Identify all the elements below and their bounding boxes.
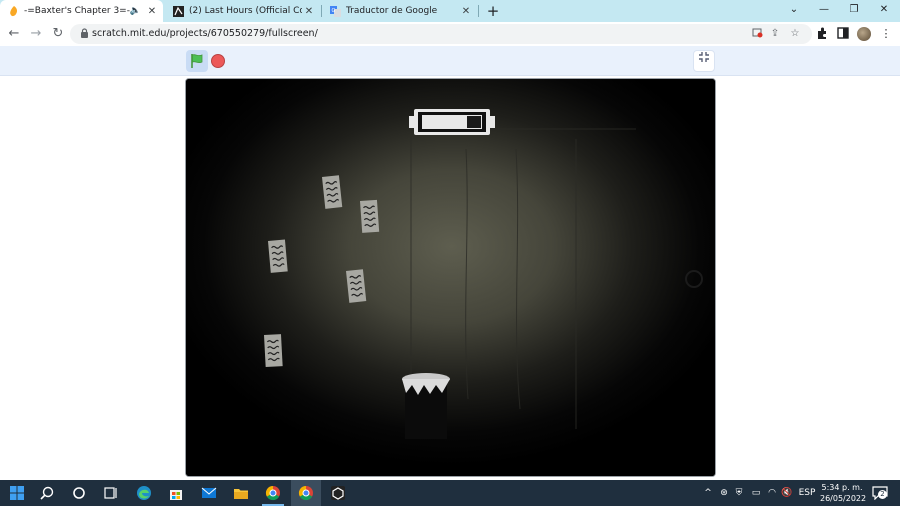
green-flag-button[interactable] [186, 50, 208, 72]
green-flag-icon [191, 54, 203, 68]
system-clock[interactable]: 5:34 p. m. 26/05/2022 [820, 482, 867, 504]
clock-time: 5:34 p. m. [821, 483, 863, 492]
tab-baxters-chapter[interactable]: -=Baxter's Chapter 3=- [Full 🔈 ✕ [0, 0, 163, 22]
tab-last-hours[interactable]: (2) Last Hours (Official Communi ✕ [165, 0, 320, 22]
minimize-window-icon[interactable]: — [810, 2, 838, 18]
paper-note[interactable] [268, 239, 288, 273]
edge-browser-icon[interactable] [136, 485, 152, 501]
address-bar[interactable]: scratch.mit.edu/projects/670550279/fulls… [70, 24, 812, 44]
profile-avatar[interactable] [857, 27, 871, 41]
close-tab-icon[interactable]: ✕ [459, 6, 473, 17]
paper-note[interactable] [360, 199, 380, 233]
forward-arrow-icon[interactable]: → [28, 26, 44, 42]
notification-count: 2 [878, 490, 887, 499]
blocked-popup-icon[interactable] [750, 27, 764, 41]
chrome-icon[interactable] [265, 485, 281, 501]
clock-date: 26/05/2022 [820, 494, 867, 503]
search-icon[interactable] [39, 485, 55, 501]
language-indicator[interactable]: ESP [797, 486, 817, 500]
defender-icon[interactable]: ⛨ [733, 486, 745, 500]
chrome-second-window-icon[interactable] [298, 485, 314, 501]
unity-app-icon[interactable] [330, 485, 346, 501]
bookmark-star-icon[interactable]: ☆ [788, 27, 802, 41]
close-tab-icon[interactable]: ✕ [145, 6, 159, 17]
svg-text:G: G [332, 8, 336, 14]
tab-google-translate[interactable]: G Traductor de Google ✕ [322, 0, 477, 22]
chrome-menu-icon[interactable]: ⋮ [879, 27, 893, 41]
extensions-puzzle-icon[interactable] [815, 27, 829, 41]
google-translate-favicon-icon: G [330, 5, 341, 17]
speaker-icon[interactable]: 🔈 [130, 6, 141, 16]
game-stage[interactable] [185, 78, 716, 477]
microsoft-store-icon[interactable] [168, 485, 184, 501]
tab-separator [478, 5, 479, 17]
tab-title: Traductor de Google [346, 6, 438, 16]
mail-icon[interactable] [201, 485, 217, 501]
close-window-icon[interactable]: ✕ [870, 2, 898, 18]
side-panel-icon[interactable] [836, 27, 850, 41]
battery-empty-segment [467, 116, 481, 128]
stop-button[interactable] [211, 54, 225, 68]
scratch-controls-bar [0, 46, 900, 76]
paper-note[interactable] [322, 175, 343, 209]
game-scene [186, 79, 715, 476]
file-explorer-icon[interactable] [233, 485, 249, 501]
tab-search-chevron-icon[interactable]: ⌄ [780, 2, 808, 18]
url-text[interactable]: scratch.mit.edu/projects/670550279/fulls… [92, 24, 318, 44]
lock-icon[interactable] [78, 28, 90, 40]
tab-title: (2) Last Hours (Official Communi [189, 6, 302, 16]
show-hidden-icons-icon[interactable]: ^ [702, 486, 714, 500]
restore-window-icon[interactable]: ❐ [840, 2, 868, 18]
channel-favicon-icon [173, 5, 184, 17]
new-tab-button[interactable]: + [486, 2, 500, 20]
onedrive-icon[interactable]: ⊛ [718, 486, 730, 500]
paper-note[interactable] [346, 269, 367, 303]
cortana-icon[interactable] [71, 485, 87, 501]
exit-fullscreen-button[interactable] [693, 50, 715, 72]
battery-hud [409, 109, 495, 135]
task-view-icon[interactable] [103, 485, 119, 501]
windows-start-icon[interactable] [9, 485, 25, 501]
browser-tab-strip: -=Baxter's Chapter 3=- [Full 🔈 ✕ (2) Las… [0, 0, 900, 22]
browser-toolbar: ← → ↻ scratch.mit.edu/projects/670550279… [0, 22, 900, 46]
trash-can [402, 373, 450, 439]
windows-taskbar: ^ ⊛ ⛨ ▭ ◠ 🔇 ESP 5:34 p. m. 26/05/2022 2 [0, 480, 900, 506]
tab-title: -=Baxter's Chapter 3=- [Full [24, 6, 130, 16]
reload-icon[interactable]: ↻ [50, 26, 66, 42]
scratch-favicon-icon [8, 5, 19, 17]
battery-icon[interactable]: ▭ [749, 486, 763, 500]
share-icon[interactable]: ⇪ [768, 27, 782, 41]
exit-fullscreen-icon [699, 52, 709, 62]
back-arrow-icon[interactable]: ← [6, 26, 22, 42]
volume-muted-icon[interactable]: 🔇 [781, 486, 793, 500]
paper-note[interactable] [264, 334, 283, 367]
notifications-icon[interactable]: 2 [870, 486, 890, 505]
wifi-icon[interactable]: ◠ [766, 486, 778, 500]
close-tab-icon[interactable]: ✕ [302, 6, 316, 17]
